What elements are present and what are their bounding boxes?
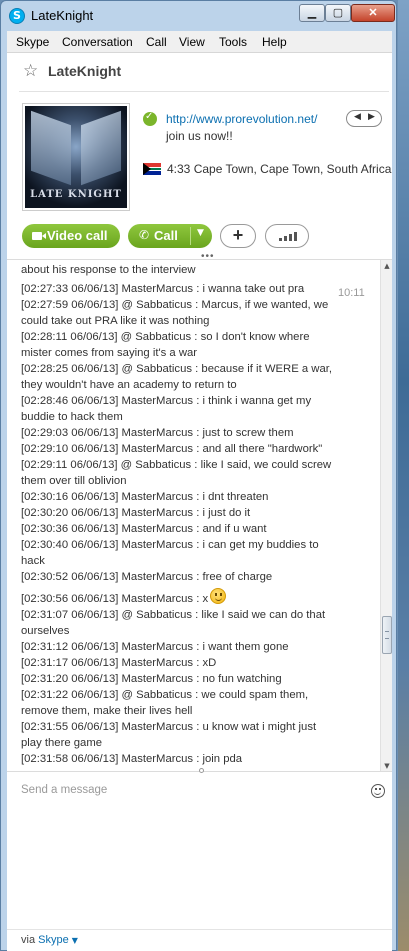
chat-message: [02:31:17 06/06/13] MasterMarcus : xD	[21, 657, 217, 669]
call-label: Call	[154, 228, 178, 243]
chat-message: [02:31:58 06/06/13] MasterMarcus : join …	[21, 753, 243, 765]
message-timestamp: 10:11	[338, 287, 365, 299]
chat-lines: about his response to the interview [02:…	[21, 262, 339, 767]
compose-splitter[interactable]	[7, 768, 392, 776]
message-input[interactable]: Send a message	[7, 777, 392, 929]
chat-message: about his response to the interview	[21, 264, 196, 276]
via-service[interactable]: Skype	[38, 934, 69, 946]
call-quality-button[interactable]	[265, 224, 309, 248]
contact-location: 4:33 Cape Town, Cape Town, South Africa	[167, 162, 392, 176]
chat-message: [02:30:20 06/06/13] MasterMarcus : i jus…	[21, 507, 251, 519]
minimize-button[interactable]: ▁	[299, 4, 325, 22]
chat-message: [02:27:33 06/06/13] MasterMarcus : i wan…	[21, 283, 305, 295]
send-via-selector[interactable]: via Skype ▼	[21, 934, 78, 946]
video-camera-icon	[32, 232, 46, 240]
message-placeholder: Send a message	[21, 784, 108, 796]
menu-skype[interactable]: Skype	[16, 35, 49, 49]
close-button[interactable]: ✕	[351, 4, 395, 22]
scroll-down-arrow-icon[interactable]: ▼	[381, 760, 392, 771]
skype-window: LateKnight ▁ ▢ ✕ Skype Conversation Call…	[0, 0, 397, 951]
desktop-background	[398, 0, 409, 951]
via-chevron-down-icon[interactable]: ▼	[72, 936, 78, 945]
call-options-chevron-down-icon[interactable]: ▼	[197, 228, 204, 238]
chat-message: [02:28:11 06/06/13] @ Sabbaticus : so I …	[21, 331, 310, 359]
chat-message: [02:31:07 06/06/13] @ Sabbaticus : like …	[21, 609, 326, 637]
call-button-separator	[190, 227, 191, 245]
chat-message: [02:30:16 06/06/13] MasterMarcus : i dnt…	[21, 491, 269, 503]
chat-message: [02:30:52 06/06/13] MasterMarcus : free …	[21, 571, 273, 583]
conversation-pane: ☆ LateKnight LATE KNIGHT http://www.pror…	[7, 53, 392, 951]
maximize-button[interactable]: ▢	[325, 4, 351, 22]
video-call-button[interactable]: Video call	[22, 224, 120, 248]
chat-message-with-emoji: [02:30:56 06/06/13] MasterMarcus : x	[21, 585, 339, 607]
chat-message: [02:31:55 06/06/13] MasterMarcus : u kno…	[21, 721, 317, 749]
compose-footer: via Skype ▼	[7, 929, 392, 951]
scrollbar-thumb[interactable]	[382, 616, 392, 654]
chat-message: [02:31:20 06/06/13] MasterMarcus : no fu…	[21, 673, 282, 685]
chat-message-text: [02:30:56 06/06/13] MasterMarcus : x	[21, 593, 209, 605]
scroll-up-arrow-icon[interactable]: ▲	[381, 260, 392, 272]
south-africa-flag-icon	[143, 163, 161, 175]
header-divider	[19, 91, 389, 92]
menu-tools[interactable]: Tools	[219, 35, 247, 49]
video-call-label: Video call	[47, 228, 108, 243]
menu-help[interactable]: Help	[262, 35, 287, 49]
chat-message: [02:28:46 06/06/13] MasterMarcus : i thi…	[21, 395, 312, 423]
chat-scrollbar[interactable]: ▲ ▼	[380, 260, 392, 771]
menu-conversation[interactable]: Conversation	[62, 35, 133, 49]
chat-message: [02:30:40 06/06/13] MasterMarcus : i can…	[21, 539, 319, 567]
chat-message: [02:29:10 06/06/13] MasterMarcus : and a…	[21, 443, 323, 455]
via-label: via	[21, 934, 36, 946]
phone-icon: ✆	[139, 228, 150, 242]
contact-header: ☆ LateKnight	[7, 53, 392, 89]
menu-bar: Skype Conversation Call View Tools Help	[7, 31, 392, 53]
avatar-image: LATE KNIGHT	[25, 106, 127, 208]
contact-name: LateKnight	[48, 63, 122, 79]
chat-message: [02:29:11 06/06/13] @ Sabbaticus : like …	[21, 459, 332, 487]
prev-arrow-icon[interactable]: ◀	[354, 112, 361, 122]
avatar-wing-right	[81, 110, 121, 186]
call-button[interactable]: ✆ Call ▼	[128, 224, 212, 248]
mood-text: join us now!!	[166, 129, 233, 143]
favorite-star-icon[interactable]: ☆	[23, 61, 38, 81]
skype-app-icon	[9, 8, 25, 24]
mood-check-icon	[143, 111, 157, 126]
menu-view[interactable]: View	[179, 35, 205, 49]
splitter-grip-handle[interactable]	[199, 768, 204, 773]
smiley-emoticon-icon	[210, 588, 227, 604]
next-arrow-icon[interactable]: ▶	[368, 112, 375, 122]
title-bar[interactable]: LateKnight ▁ ▢ ✕	[1, 1, 396, 31]
window-title: LateKnight	[31, 8, 94, 23]
chat-message: [02:29:03 06/06/13] MasterMarcus : just …	[21, 427, 294, 439]
avatar-logo-text: LATE KNIGHT	[30, 189, 122, 200]
chat-message: [02:28:25 06/06/13] @ Sabbaticus : becau…	[21, 363, 333, 391]
mood-nav-arrows: ◀ ▶	[346, 110, 382, 127]
emoticon-picker-icon[interactable]	[371, 784, 385, 798]
add-button[interactable]: +	[220, 224, 256, 248]
chat-message: [02:27:59 06/06/13] @ Sabbaticus : Marcu…	[21, 299, 329, 327]
menu-call[interactable]: Call	[146, 35, 167, 49]
avatar-wing-left	[31, 110, 71, 186]
chat-message: [02:31:22 06/06/13] @ Sabbaticus : we co…	[21, 689, 309, 717]
mood-link[interactable]: http://www.prorevolution.net/	[166, 112, 317, 126]
chat-message: [02:31:12 06/06/13] MasterMarcus : i wan…	[21, 641, 289, 653]
chat-message: [02:30:36 06/06/13] MasterMarcus : and i…	[21, 523, 267, 535]
contact-avatar[interactable]: LATE KNIGHT	[22, 103, 130, 211]
chat-history[interactable]: about his response to the interview [02:…	[7, 259, 392, 771]
